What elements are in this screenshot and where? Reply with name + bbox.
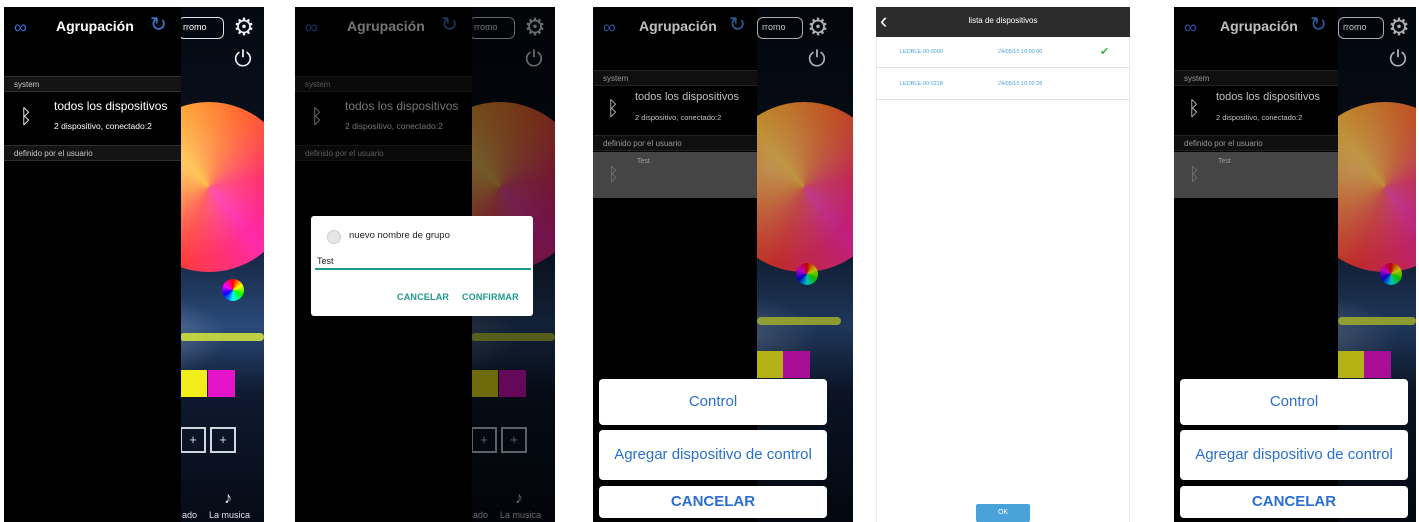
ok-button[interactable]: OK — [976, 504, 1030, 522]
control-button[interactable]: Control — [599, 379, 827, 425]
screen-2-rename-dialog: + + rromo ⚙ ⏻ ♪ ado La musica ∞ Agrupaci… — [295, 7, 555, 522]
color-swatch-yellow[interactable] — [180, 370, 207, 397]
device-name: LEDBLE-00:0000 — [900, 49, 943, 55]
add-button[interactable]: + — [180, 427, 206, 453]
checkmark-icon: ✔ — [1100, 46, 1110, 58]
group-all-devices[interactable]: ᛒ todos los dispositivos 2 dispositivo, … — [4, 93, 181, 141]
add-device-button[interactable]: Agregar dispositivo de control — [1180, 430, 1408, 480]
cancel-button[interactable]: CANCELAR — [397, 292, 449, 302]
screen-3-action-sheet: rromo ⚙ ⏻ ∞ Agrupación ↻ system ᛒ todos … — [593, 7, 853, 522]
add-button[interactable]: + — [210, 427, 236, 453]
list-title: lista de dispositivos — [968, 16, 1038, 25]
screen-5-action-sheet: rromo ⚙ ⏻ ∞ Agrupación ↻ system ᛒ todos … — [1174, 7, 1416, 522]
bluetooth-icon: ᛒ — [20, 106, 32, 128]
screen-1-group-drawer: + + rromo ⚙ ⏻ ♪ ado La musica ∞ Agrupaci… — [4, 7, 264, 522]
color-swatch-magenta[interactable] — [208, 370, 235, 397]
refresh-icon[interactable]: ↻ — [150, 14, 167, 36]
add-device-button[interactable]: Agregar dispositivo de control — [599, 430, 827, 480]
group-name-input[interactable] — [315, 254, 531, 270]
radio-icon — [327, 230, 341, 244]
mode-selector[interactable]: rromo — [178, 17, 224, 39]
screen-4-device-list: ‹ lista de dispositivos LEDBLE-00:0000 2… — [876, 7, 1130, 522]
device-time: 24/05/15 10:00:00 — [998, 49, 1043, 55]
rename-dialog: nuevo nombre de grupo CANCELAR CONFIRMAR — [311, 216, 533, 316]
page-title: Agrupación — [56, 18, 134, 34]
music-label: La musica — [209, 510, 251, 520]
cancel-button[interactable]: CANCELAR — [1180, 486, 1408, 518]
music-note-icon[interactable]: ♪ — [224, 490, 232, 508]
list-container — [876, 37, 1130, 522]
drawer-header: ∞ Agrupación ↻ — [4, 7, 181, 47]
link-logo-icon: ∞ — [14, 17, 27, 37]
section-system: system — [4, 76, 181, 92]
group-drawer: ∞ Agrupación ↻ system ᛒ todos los dispos… — [4, 7, 181, 522]
section-user-defined: definido por el usuario — [4, 145, 181, 161]
group-subtitle: 2 dispositivo, conectado:2 — [54, 121, 152, 131]
list-header: ‹ lista de dispositivos — [876, 7, 1130, 37]
device-row[interactable]: LEDBLE-00:0228 24/05/15 10:02:28 — [876, 69, 1130, 100]
group-title: todos los dispositivos — [54, 99, 168, 113]
device-time: 24/05/15 10:02:28 — [998, 81, 1043, 87]
confirm-button[interactable]: CONFIRMAR — [462, 292, 519, 302]
control-button[interactable]: Control — [1180, 379, 1408, 425]
color-wheel-icon[interactable] — [222, 279, 244, 301]
device-row[interactable]: LEDBLE-00:0000 24/05/15 10:00:00 ✔ — [876, 37, 1130, 68]
dialog-title: nuevo nombre de grupo — [349, 230, 450, 241]
brightness-slider[interactable] — [180, 333, 264, 341]
device-name: LEDBLE-00:0228 — [900, 81, 943, 87]
mode-label: ado — [182, 510, 198, 520]
gear-icon[interactable]: ⚙ — [231, 15, 257, 41]
cancel-button[interactable]: CANCELAR — [599, 486, 827, 518]
power-icon[interactable]: ⏻ — [231, 47, 255, 71]
